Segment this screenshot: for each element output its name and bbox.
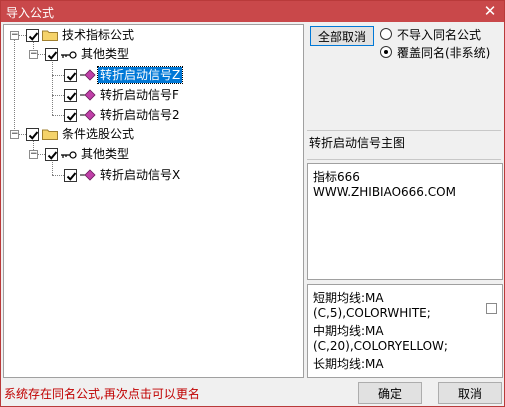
formula-caption-box: 转折启动信号主图 <box>307 130 501 160</box>
root1-checkbox[interactable] <box>26 29 39 42</box>
cancel-button[interactable]: 取消 <box>438 382 502 404</box>
item-checkbox[interactable] <box>64 89 77 102</box>
group2-checkbox[interactable] <box>45 148 58 161</box>
small-checkbox[interactable] <box>486 303 497 314</box>
radio-skip-same-name[interactable] <box>380 28 392 40</box>
check-icon <box>66 172 77 181</box>
check-icon <box>28 32 39 41</box>
description-line: WWW.ZHIBIAO666.COM <box>313 185 456 199</box>
code-line: (C,5),COLORWHITE; <box>313 306 431 320</box>
folder-icon <box>42 129 58 140</box>
close-icon[interactable]: ✕ <box>480 2 500 20</box>
item-checkbox[interactable] <box>64 69 77 82</box>
tree-item[interactable]: 转折启动信号F <box>98 87 181 103</box>
collapse-icon[interactable]: − <box>29 50 38 59</box>
ok-button[interactable]: 确定 <box>358 382 422 404</box>
radio-overwrite-same-name[interactable] <box>380 46 392 58</box>
check-icon <box>28 131 39 140</box>
tree-item[interactable]: 转折启动信号2 <box>98 107 182 123</box>
description-textbox[interactable]: 指标666 WWW.ZHIBIAO666.COM <box>307 163 503 280</box>
formula-diamond-icon <box>80 69 96 81</box>
tree-node-stock-selection[interactable]: 条件选股公式 <box>60 126 136 142</box>
tree-node-technical-indicators[interactable]: 技术指标公式 <box>60 27 136 43</box>
formula-tree: − 技术指标公式 − 其他类型 转折启动信号Z 转折启动信号F 转折启动信号2 … <box>3 24 304 378</box>
tree-line <box>52 60 53 115</box>
description-line: 指标666 <box>313 170 360 184</box>
item-checkbox[interactable] <box>64 109 77 122</box>
code-line: (C,20),COLORYELLOW; <box>313 339 448 353</box>
collapse-icon[interactable]: − <box>10 130 19 139</box>
collapse-icon[interactable]: − <box>29 150 38 159</box>
cancel-all-button[interactable]: 全部取消 <box>310 26 374 46</box>
code-line: 中期均线:MA <box>313 324 384 338</box>
folder-icon <box>42 30 58 41</box>
key-icon <box>61 51 77 59</box>
formula-code-textbox[interactable]: 短期均线:MA (C,5),COLORWHITE; 中期均线:MA (C,20)… <box>307 284 503 378</box>
titlebar: 导入公式 ✕ <box>1 1 504 22</box>
tree-item[interactable]: 转折启动信号X <box>98 167 182 183</box>
radio-overwrite-same-name-label[interactable]: 覆盖同名(非系统) <box>397 44 490 61</box>
tree-item-selected[interactable]: 转折启动信号Z <box>96 66 184 84</box>
group1-checkbox[interactable] <box>45 48 58 61</box>
tree-line <box>14 40 15 135</box>
code-line: 短期均线:MA <box>313 291 384 305</box>
radio-skip-same-name-label[interactable]: 不导入同名公式 <box>397 26 481 43</box>
window-title: 导入公式 <box>6 6 55 20</box>
check-icon <box>47 51 58 60</box>
formula-caption: 转折启动信号主图 <box>309 136 406 150</box>
collapse-icon[interactable]: − <box>10 31 19 40</box>
check-icon <box>66 72 77 81</box>
formula-diamond-icon <box>80 169 96 181</box>
check-icon <box>47 151 58 160</box>
status-message: 系统存在同名公式,再次点击可以更名 <box>4 387 200 401</box>
code-line: 长期均线:MA <box>313 357 384 371</box>
formula-diamond-icon <box>80 109 96 121</box>
tree-node-other-types[interactable]: 其他类型 <box>79 146 131 162</box>
item-checkbox[interactable] <box>64 169 77 182</box>
tree-line <box>52 160 53 175</box>
formula-diamond-icon <box>80 89 96 101</box>
root2-checkbox[interactable] <box>26 128 39 141</box>
tree-node-other-types[interactable]: 其他类型 <box>79 46 131 62</box>
check-icon <box>66 112 77 121</box>
check-icon <box>66 92 77 101</box>
key-icon <box>61 151 77 159</box>
import-formula-dialog: 导入公式 ✕ − 技术指标公式 − 其他类型 转折启动信号Z 转折启动信号F 转… <box>0 0 505 407</box>
